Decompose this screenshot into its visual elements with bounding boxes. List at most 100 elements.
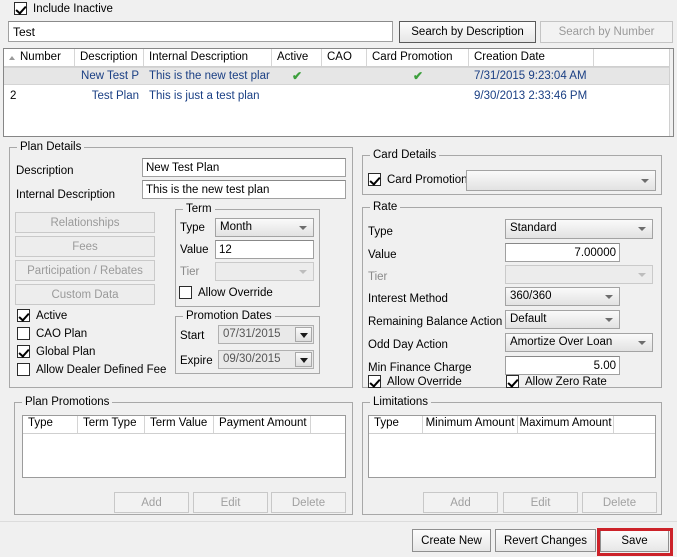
odd-day-action-label: Odd Day Action (368, 339, 448, 351)
save-label: Save (621, 534, 648, 547)
relationships-label: Relationships (50, 216, 120, 229)
include-inactive-checkbox[interactable] (14, 2, 27, 15)
grid-header-internal-description[interactable]: Internal Description (144, 49, 272, 66)
chevron-down-icon (299, 269, 307, 274)
lim-add-label: Add (450, 496, 471, 509)
grid-header-active[interactable]: Active (272, 49, 322, 66)
cao-plan-checkbox-row[interactable]: CAO Plan (17, 327, 87, 340)
rate-type-select[interactable]: Standard (505, 219, 653, 239)
promotion-expire-datepicker[interactable]: 09/30/2015 (218, 350, 314, 369)
footer-toolbar: Create New Revert Changes Save (0, 521, 677, 557)
chevron-down-icon (638, 340, 646, 345)
pp-header-blank[interactable] (311, 416, 345, 433)
remaining-balance-action-select[interactable]: Default (505, 310, 620, 329)
plan-promotions-delete-button: Delete (271, 492, 346, 513)
grid-header-internal-description-label: Internal Description (149, 51, 249, 63)
pp-header-term-type[interactable]: Term Type (78, 416, 145, 433)
odd-day-action-select[interactable]: Amortize Over Loan (505, 333, 653, 352)
pp-edit-label: Edit (220, 496, 241, 509)
card-promotion-checkbox[interactable] (368, 173, 381, 186)
lim-header-type[interactable]: Type (369, 416, 423, 433)
rate-allow-override-label: Allow Override (387, 375, 462, 388)
custom-data-button: Custom Data (15, 284, 155, 305)
revert-changes-button[interactable]: Revert Changes (495, 529, 596, 552)
relationships-button: Relationships (15, 212, 155, 233)
allow-dealer-defined-fee-checkbox-row[interactable]: Allow Dealer Defined Fee (17, 363, 166, 376)
grid-header-number[interactable]: Number (4, 49, 75, 66)
allow-zero-rate-checkbox[interactable] (506, 375, 519, 388)
table-row[interactable]: 2 Test Plan This is just a test plan 9/3… (4, 87, 673, 105)
table-row[interactable]: New Test P This is the new test plar ✔ ✔… (4, 67, 673, 85)
allow-dealer-defined-fee-label: Allow Dealer Defined Fee (36, 363, 167, 376)
limitations-header-row: Type Minimum Amount Maximum Amount (369, 416, 655, 434)
grid-header-card-promotion-label: Card Promotion (372, 51, 453, 63)
grid-header-blank[interactable] (594, 49, 672, 66)
interest-method-select[interactable]: 360/360 (505, 287, 620, 306)
card-promotion-checkmark-icon: ✔ (412, 68, 424, 83)
fees-button: Fees (15, 236, 155, 257)
term-allow-override-label: Allow Override (198, 286, 273, 299)
search-input[interactable] (8, 21, 393, 42)
lim-header-maximum-amount[interactable]: Maximum Amount (518, 416, 614, 433)
plans-results-grid[interactable]: Number Description Internal Description … (3, 48, 674, 137)
term-title: Term (183, 203, 215, 215)
promotion-start-datepicker[interactable]: 07/31/2015 (218, 325, 314, 344)
grid-header-card-promotion[interactable]: Card Promotion (367, 49, 469, 66)
min-finance-charge-label: Min Finance Charge (368, 362, 472, 374)
pp-header-term-value[interactable]: Term Value (145, 416, 214, 433)
lim-header-blank[interactable] (614, 416, 655, 433)
global-plan-checkbox[interactable] (17, 345, 30, 358)
allow-dealer-defined-fee-checkbox[interactable] (17, 363, 30, 376)
cao-plan-checkbox[interactable] (17, 327, 30, 340)
global-plan-checkbox-row[interactable]: Global Plan (17, 345, 95, 358)
rate-value-input[interactable] (505, 243, 620, 262)
grid-vertical-scrollbar[interactable] (669, 49, 673, 136)
cell-number: 2 (10, 90, 17, 102)
internal-description-input[interactable] (142, 180, 346, 199)
term-allow-override-checkbox[interactable] (179, 286, 192, 299)
term-value-input[interactable] (215, 240, 314, 259)
allow-zero-rate-row[interactable]: Allow Zero Rate (506, 375, 607, 388)
calendar-dropdown-icon[interactable] (295, 352, 312, 367)
card-promotion-checkbox-row[interactable]: Card Promotion (368, 173, 468, 186)
active-checkbox-row[interactable]: Active (17, 309, 67, 322)
chevron-down-icon (638, 227, 646, 231)
active-checkmark-icon: ✔ (291, 68, 303, 83)
rate-allow-override-row[interactable]: Allow Override (368, 375, 462, 388)
grid-header-cao[interactable]: CAO (322, 49, 367, 66)
pp-header-payment-amount[interactable]: Payment Amount (214, 416, 311, 433)
grid-header-description[interactable]: Description (75, 49, 144, 66)
plan-promotions-title: Plan Promotions (22, 396, 113, 408)
search-by-description-button[interactable]: Search by Description (399, 21, 536, 43)
odd-day-action-value: Amortize Over Loan (510, 336, 613, 348)
pp-add-label: Add (141, 496, 162, 509)
include-inactive-row[interactable]: Include Inactive (14, 2, 113, 15)
revert-changes-label: Revert Changes (503, 534, 588, 547)
term-type-select[interactable]: Month (215, 218, 314, 237)
create-new-button[interactable]: Create New (412, 529, 491, 552)
grid-header-creation-date[interactable]: Creation Date (469, 49, 594, 66)
description-input[interactable] (142, 158, 346, 177)
chevron-down-icon (638, 272, 646, 277)
internal-description-label: Internal Description (16, 189, 116, 201)
active-checkbox[interactable] (17, 309, 30, 322)
limitations-table[interactable]: Type Minimum Amount Maximum Amount (368, 415, 656, 478)
search-toolbar: Include Inactive Search by Description S… (0, 0, 677, 48)
custom-data-label: Custom Data (51, 288, 119, 301)
interest-method-label: Interest Method (368, 293, 448, 305)
lim-header-minimum-amount[interactable]: Minimum Amount (423, 416, 518, 433)
rate-type-label: Type (368, 226, 393, 238)
card-promotion-select[interactable] (466, 170, 656, 191)
plan-promotions-table[interactable]: Type Term Type Term Value Payment Amount (22, 415, 346, 478)
pp-header-type[interactable]: Type (23, 416, 78, 433)
save-button[interactable]: Save (600, 529, 669, 552)
rate-allow-override-checkbox[interactable] (368, 375, 381, 388)
chevron-down-icon (641, 178, 649, 183)
promotion-expire-label: Expire (180, 355, 213, 367)
term-value-label: Value (180, 244, 209, 256)
cell-description: Test Plan (91, 90, 139, 102)
min-finance-charge-input[interactable] (505, 356, 620, 375)
chevron-down-icon (299, 225, 307, 230)
calendar-dropdown-icon[interactable] (295, 327, 312, 342)
term-allow-override-row[interactable]: Allow Override (179, 286, 273, 299)
